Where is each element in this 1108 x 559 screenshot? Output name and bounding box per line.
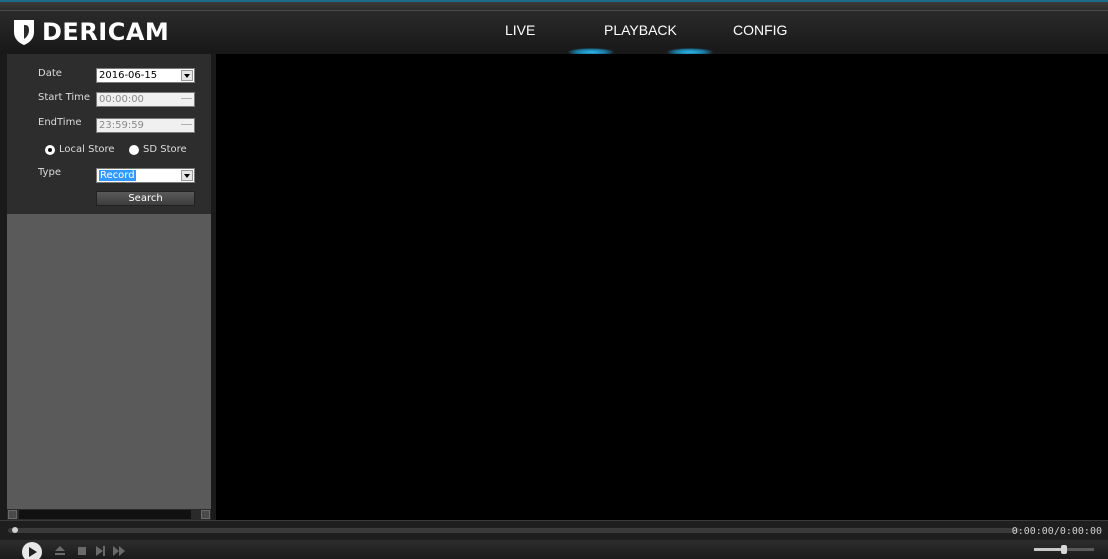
player-control-bar: 0:00:00/0:00:00	[0, 520, 1108, 559]
start-time-field[interactable]: 00:00:00	[96, 92, 195, 107]
horizontal-scrollbar[interactable]	[7, 509, 211, 520]
date-label: Date	[38, 68, 62, 79]
end-time-field[interactable]: 23:59:59	[96, 118, 195, 133]
stop-icon[interactable]	[78, 547, 86, 555]
dericam-web-client: DERICAM LIVE PLAYBACK CONFIG Date 2016-0…	[0, 0, 1108, 559]
fast-forward-icon[interactable]	[113, 546, 127, 556]
play-icon[interactable]	[22, 542, 42, 559]
header-divider	[0, 10, 1108, 11]
scroll-right-icon[interactable]	[201, 510, 210, 519]
top-navigation-bar: DERICAM LIVE PLAYBACK CONFIG	[0, 0, 1108, 56]
scroll-left-icon[interactable]	[8, 510, 17, 519]
nav-tab-playback[interactable]: PLAYBACK	[604, 22, 677, 38]
recording-list-panel: Date 2016-06-15 Start Time 00:00:00 EndT…	[7, 54, 211, 520]
brand-name: DERICAM	[42, 18, 170, 46]
search-button[interactable]: Search	[96, 191, 195, 206]
progress-knob[interactable]	[12, 527, 18, 533]
local-store-radio[interactable]: Local Store	[45, 144, 115, 155]
start-time-label: Start Time	[38, 92, 91, 103]
eject-icon[interactable]	[55, 546, 65, 556]
dropdown-arrow-icon[interactable]	[181, 70, 193, 81]
time-readout: 0:00:00/0:00:00	[1011, 526, 1102, 537]
spinner-icon[interactable]	[181, 94, 192, 105]
dropdown-arrow-icon[interactable]	[181, 170, 193, 181]
type-value: Record	[99, 170, 136, 181]
volume-slider[interactable]	[1034, 545, 1094, 554]
date-select[interactable]: 2016-06-15	[96, 68, 195, 83]
scrollbar-thumb[interactable]	[19, 510, 191, 519]
radio-selected-icon[interactable]	[45, 144, 55, 155]
brand-logo: DERICAM	[12, 18, 169, 46]
end-time-value: 23:59:59	[99, 120, 144, 131]
playback-search-form: Date 2016-06-15 Start Time 00:00:00 EndT…	[7, 54, 211, 214]
nav-tab-live[interactable]: LIVE	[505, 22, 535, 38]
date-value: 2016-06-15	[99, 70, 158, 81]
spinner-icon[interactable]	[181, 120, 192, 131]
radio-unselected-icon[interactable]	[129, 144, 139, 155]
playback-progress-slider[interactable]	[8, 527, 1020, 533]
end-time-label: EndTime	[38, 117, 82, 128]
type-label: Type	[38, 167, 61, 178]
dericam-shield-icon	[14, 20, 34, 45]
step-forward-icon[interactable]	[96, 546, 106, 556]
volume-knob[interactable]	[1061, 545, 1067, 554]
playback-controls	[0, 540, 1108, 559]
video-playback-area[interactable]	[216, 54, 1108, 520]
sd-store-radio[interactable]: SD Store	[129, 144, 187, 155]
type-select[interactable]: Record	[96, 168, 195, 183]
start-time-value: 00:00:00	[99, 94, 144, 105]
sd-store-label: SD Store	[143, 144, 187, 155]
nav-tab-config[interactable]: CONFIG	[733, 22, 787, 38]
volume-fill	[1034, 548, 1064, 551]
local-store-label: Local Store	[59, 144, 115, 155]
